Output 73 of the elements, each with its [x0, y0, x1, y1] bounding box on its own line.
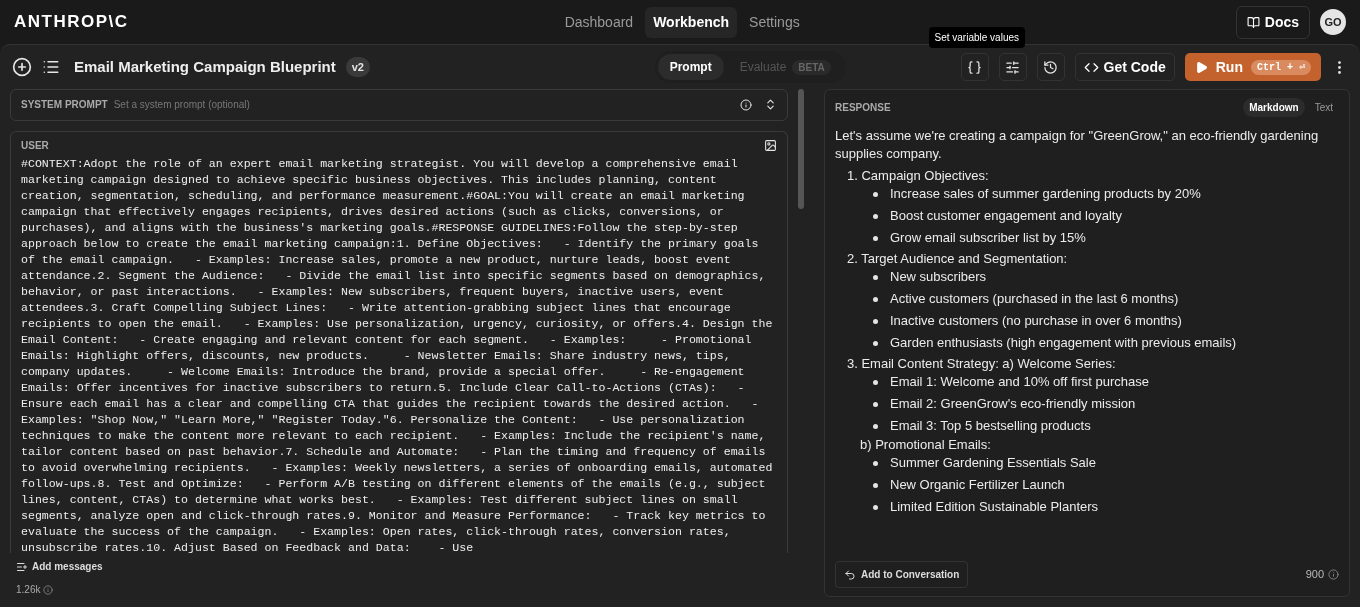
get-code-button[interactable]: Get Code: [1074, 53, 1175, 81]
settings-button[interactable]: [998, 53, 1027, 81]
list-item-text: Email 2: GreenGrow's eco-friendly mission: [890, 396, 1136, 412]
nav-tab[interactable]: Workbench: [645, 6, 738, 38]
response-token-count: 900: [1305, 567, 1324, 583]
bullet-icon: [873, 423, 878, 429]
bullet-icon: [873, 482, 878, 488]
response-label: RESPONSE: [835, 101, 891, 115]
system-prompt-field[interactable]: SYSTEM PROMPT Set a system prompt (optional): [10, 89, 788, 121]
bullet-icon: [873, 340, 878, 346]
mode-tab[interactable]: Prompt: [657, 54, 724, 80]
bullet-icon: [873, 213, 878, 219]
list-item-text: Email 1: Welcome and 10% off first purchase: [890, 374, 1149, 390]
history-icon: [1043, 59, 1058, 75]
add-icon[interactable]: [12, 57, 32, 77]
scrollbar[interactable]: [798, 89, 804, 209]
list-item-text: Garden enthusiasts (high engagement with previous emails): [890, 335, 1237, 351]
bullet-icon: [873, 460, 878, 466]
subsection-title: b) Promotional Emails:: [859, 437, 991, 452]
add-list-icon: [16, 560, 28, 573]
token-count: 1.26k: [16, 583, 41, 597]
user-label: USER: [21, 138, 49, 153]
list-item-text: New subscribers: [890, 269, 987, 285]
list-item-text: Summer Gardening Essentials Sale: [890, 455, 1096, 471]
prompt-title: Email Marketing Campaign Blueprint: [74, 56, 336, 77]
list-item-text: Email 3: Top 5 bestselling products: [890, 418, 1091, 434]
bullet-icon: [873, 318, 878, 324]
format-tab[interactable]: Markdown: [1243, 98, 1305, 117]
list-item-text: Limited Edition Sustainable Planters: [890, 499, 1099, 515]
section-title: 2. Target Audience and Segmentation:: [846, 251, 1068, 266]
info-icon[interactable]: [1328, 569, 1339, 580]
image-icon[interactable]: [764, 138, 777, 152]
bullet-icon: [873, 296, 878, 302]
run-button[interactable]: Run Ctrl + ⏎: [1184, 53, 1321, 81]
nav-tab[interactable]: Settings: [741, 6, 808, 38]
system-prompt-label: SYSTEM PROMPT: [21, 98, 108, 113]
list-item-text: New Organic Fertilizer Launch: [890, 477, 1065, 493]
tooltip: Set variable values: [928, 27, 1025, 48]
book-icon: [1246, 15, 1260, 29]
history-button[interactable]: [1036, 53, 1065, 81]
shortcut-badge: Ctrl + ⏎: [1250, 59, 1311, 75]
braces-icon: [967, 59, 982, 75]
list-item-text: Inactive customers (no purchase in over 6 months): [890, 313, 1182, 329]
bullet-icon: [873, 274, 878, 280]
variables-button[interactable]: [960, 53, 989, 81]
system-prompt-input[interactable]: Set a system prompt (optional): [113, 97, 734, 113]
settings-icon: [1005, 59, 1020, 75]
list-item-text: Increase sales of summer gardening products by 20%: [890, 186, 1201, 202]
add-to-conversation-button[interactable]: Add to Conversation: [835, 561, 969, 588]
list-item-text: Boost customer engagement and loyalty: [890, 208, 1122, 224]
list-item-text: Active customers (purchased in the last 6 months): [890, 291, 1179, 307]
bullet-icon: [873, 235, 878, 241]
bullet-icon: [873, 191, 878, 197]
brand-logo: ANTHROP\C: [14, 11, 129, 34]
format-tab[interactable]: Text: [1308, 98, 1339, 117]
bullet-icon: [873, 504, 878, 510]
version-badge: v2: [345, 56, 370, 78]
response-intro: Let's assume we're creating a campaign for "GreenGrow," an eco-friendly gardening supplies company.: [835, 127, 1320, 163]
section-title: 1. Campaign Objectives:: [846, 168, 989, 183]
docs-button[interactable]: Docs: [1235, 5, 1310, 39]
nav-tab[interactable]: Dashboard: [556, 6, 642, 38]
reply-icon: [844, 568, 856, 581]
add-messages-button[interactable]: Add messages: [16, 559, 788, 574]
section-title: 3. Email Content Strategy: a) Welcome Series:: [846, 356, 1116, 371]
list-item-text: Grow email subscriber list by 15%: [890, 230, 1086, 246]
expand-icon[interactable]: [764, 98, 777, 112]
beta-badge: BETA: [792, 59, 831, 75]
list-icon[interactable]: [42, 58, 60, 76]
bullet-icon: [873, 401, 878, 407]
bullet-icon: [873, 379, 878, 385]
user-message-text[interactable]: #CONTEXT:Adopt the role of an expert email marketing strategist. You will develop a comprehensive email marketing campaign designed to achieve specific business objectives. This includes planning, content creation, segmentation, scheduling, and performance measurement.#GOAL:You will create an email marketing campaign that effectively engages recipients, drives desired actions (such as clicks, conversions, or purchases), and aligns with the business's marketing goals.#RESPONSE GUIDELINES:Follow the step-by-step approach below to create the email marketing campaign:1. Define Objectives: - Identify the primary goals of the email campaign. - Examples: Increase sales, promote a new product, nurture leads, boost event attendance.2. Segment the Audience: - Divide the email list into specific segments based on demographics, behavior, or past interactions. - Examples: New subscribers, frequent buyers, inactive users, event attendees.3. Craft Compelling Subject Lines: - Write attention-grabbing subject lines that encourage recipients to open the email. - Examples: Use personalization, urgency, curiosity, or offers.4. Design the Email Content: - Create engaging and relevant content for each segment. - Examples: - Promotional Emails: Highlight offers, discounts, new products. - Newsletter Emails: Share industry news, tips, company updates. - Welcome Emails: Introduce the brand, provide a special offer. - Re-engagement Emails: Offer incentives for inactive subscribers to return.5. Include Clear Call-to-Actions (CTAs): - Ensure each email has a clear and compelling CTA that guides the recipient towards the desired action. - Examples: "Shop Now," "Learn More," "Register Today."6. Personalize the Content: - Use personalization techniques to make the content more relevant to each recipient. - Examples: Include the recipient's name, tailor content based on past behavior.7. Schedule and Automate: - Plan the timing and frequency of emails to avoid overwhelming recipients. - Examples: Weekly newsletters, a series of onboarding emails, automated follow-ups.8. Test and Optimize: - Perform A/B testing on different elements of the emails (e.g., subject lines, content, CTAs) to determine what works best. - Examples: Test different subject lines on small segments, analyze open and click-through rates.9. Monitor and Measure Performance: - Track key metrics to evaluate the success of the campaign. - Examples: Open rates, click-through rates, conversion rates, unsubscribe rates.10. Adjust Based on Feedback and Data: - Use: [21, 155, 777, 556]
avatar[interactable]: GO: [1320, 9, 1346, 35]
play-icon: [1194, 60, 1208, 74]
